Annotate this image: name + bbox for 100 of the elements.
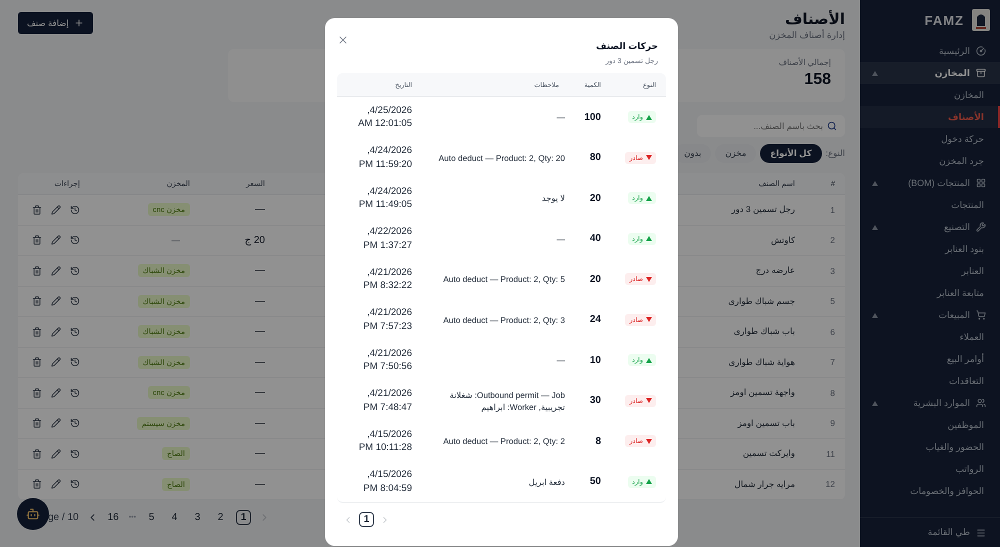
- nav-subitem[interactable]: الحضور والغياب: [860, 436, 1000, 458]
- pencil-icon: [51, 418, 61, 428]
- notes-cell-text: —: [556, 354, 566, 366]
- delete-button[interactable]: [32, 266, 42, 276]
- price-cell-text: —: [255, 478, 266, 490]
- pencil-icon: [51, 266, 61, 276]
- cart-icon: [976, 310, 986, 320]
- edit-button[interactable]: [51, 266, 61, 276]
- nav-subitem[interactable]: متابعة العنابر: [860, 282, 1000, 304]
- history-button[interactable]: [70, 388, 80, 398]
- page-button[interactable]: 1: [236, 510, 252, 524]
- close-button[interactable]: [337, 34, 349, 46]
- history-button[interactable]: [70, 326, 80, 337]
- page-size-selector[interactable]: ge / 10: [48, 512, 79, 522]
- quantity-cell-text: 80: [590, 152, 602, 164]
- date-cell-text: 4/22/2026, 1:37:27 PM: [362, 225, 413, 252]
- history-icon: [70, 235, 80, 246]
- nav-item[interactable]: المنتجات (BOM): [860, 172, 1000, 194]
- pencil-icon: [51, 326, 61, 337]
- nav-subitem[interactable]: التعاقدات: [860, 370, 1000, 392]
- add-item-button[interactable]: إضافة صنف: [18, 12, 93, 34]
- nav-subitem[interactable]: الحوافز والخصومات: [860, 480, 1000, 502]
- page-subtitle: إدارة أصناف المخزن: [769, 30, 845, 41]
- delete-button[interactable]: [32, 418, 42, 428]
- up-triangle-icon: [646, 479, 652, 484]
- nav-item[interactable]: التصنيع: [860, 216, 1000, 238]
- notes-cell-text: Auto deduct — Product: 2, Qty: 2: [443, 435, 566, 448]
- delete-button[interactable]: [32, 479, 42, 490]
- nav-subitem[interactable]: العنابر: [860, 260, 1000, 282]
- edit-button[interactable]: [51, 296, 61, 306]
- history-button[interactable]: [70, 479, 80, 490]
- search-icon: [827, 121, 837, 131]
- page-button[interactable]: 2: [213, 510, 228, 524]
- down-triangle-icon: [646, 438, 652, 444]
- page-button[interactable]: 4: [167, 510, 182, 524]
- delete-button[interactable]: [32, 357, 42, 368]
- history-button[interactable]: [70, 235, 80, 246]
- trash-icon: [32, 479, 42, 490]
- edit-button[interactable]: [51, 204, 61, 215]
- filter-chip[interactable]: كل الأنواع: [760, 144, 822, 163]
- page-button[interactable]: 5: [144, 510, 160, 524]
- quantity-cell-text: 100: [584, 112, 602, 123]
- delete-button[interactable]: [32, 388, 42, 398]
- gauge-icon: [976, 46, 986, 56]
- nav-subitem[interactable]: المنتجات: [860, 194, 1000, 216]
- nav-subitem[interactable]: أوامر البيع: [860, 348, 1000, 370]
- edit-button[interactable]: [51, 418, 61, 428]
- edit-button[interactable]: [51, 357, 61, 368]
- down-triangle-icon: [646, 155, 652, 160]
- pencil-icon: [51, 448, 61, 459]
- page-button[interactable]: 3: [190, 510, 206, 524]
- trash-icon: [32, 357, 42, 368]
- filter-label: النوع:: [826, 148, 845, 159]
- notes-cell-text: دفعة ابريل: [528, 476, 566, 488]
- price-cell-text: —: [255, 356, 266, 368]
- nav-subitem[interactable]: الموظفين: [860, 414, 1000, 436]
- edit-button[interactable]: [51, 479, 61, 490]
- price-cell-text: —: [255, 296, 266, 307]
- assistant-button[interactable]: [17, 498, 49, 530]
- quantity-cell-text: 30: [590, 395, 602, 406]
- history-icon: [70, 357, 80, 368]
- search-field[interactable]: بحث باسم الصنف...: [697, 115, 845, 137]
- nav-item[interactable]: المبيعات: [860, 304, 1000, 326]
- up-triangle-icon: [646, 236, 652, 242]
- nav-subitem[interactable]: العملاء: [860, 326, 1000, 348]
- item-name: جسم شباك طوارى: [728, 296, 796, 307]
- delete-button[interactable]: [32, 296, 42, 306]
- nav-subitem[interactable]: جرد المخزن: [860, 150, 1000, 172]
- nav-subitem[interactable]: المخازن: [860, 84, 1000, 106]
- date-cell-text: 4/24/2026, 11:49:05 PM: [358, 184, 413, 212]
- page-button[interactable]: 1: [359, 512, 374, 527]
- stat-label: إجمالي الأصناف: [778, 58, 831, 67]
- history-button[interactable]: [70, 357, 80, 368]
- down-triangle-icon: [646, 398, 652, 404]
- delete-button[interactable]: [32, 204, 42, 215]
- notes-cell-text: —: [556, 232, 566, 245]
- edit-button[interactable]: [51, 326, 61, 337]
- item-name: مرايه جرار شمال: [734, 478, 796, 490]
- history-button[interactable]: [70, 418, 80, 428]
- history-button[interactable]: [70, 448, 80, 459]
- nav-subitem[interactable]: حركة دخول: [860, 128, 1000, 150]
- nav-subitem[interactable]: الرواتب: [860, 458, 1000, 480]
- history-button[interactable]: [70, 296, 80, 306]
- delete-button[interactable]: [32, 326, 42, 337]
- edit-button[interactable]: [51, 448, 61, 459]
- quantity-cell-text: 10: [590, 354, 602, 366]
- edit-button[interactable]: [51, 388, 61, 398]
- nav-item[interactable]: الرئيسية: [860, 40, 1000, 62]
- nav-subitem[interactable]: بنود العنابر: [860, 238, 1000, 260]
- trash-icon: [32, 266, 42, 276]
- history-button[interactable]: [70, 266, 80, 276]
- history-button[interactable]: [70, 204, 80, 215]
- delete-button[interactable]: [32, 448, 42, 459]
- edit-button[interactable]: [51, 235, 61, 246]
- collapse-menu-button[interactable]: طي القائمة: [860, 517, 1000, 547]
- nav-item[interactable]: الموارد البشرية: [860, 392, 1000, 414]
- archive-icon: [976, 68, 986, 78]
- item-name: كاوتش: [771, 234, 796, 246]
- page-button[interactable]: 16: [106, 510, 121, 524]
- delete-button[interactable]: [32, 235, 42, 246]
